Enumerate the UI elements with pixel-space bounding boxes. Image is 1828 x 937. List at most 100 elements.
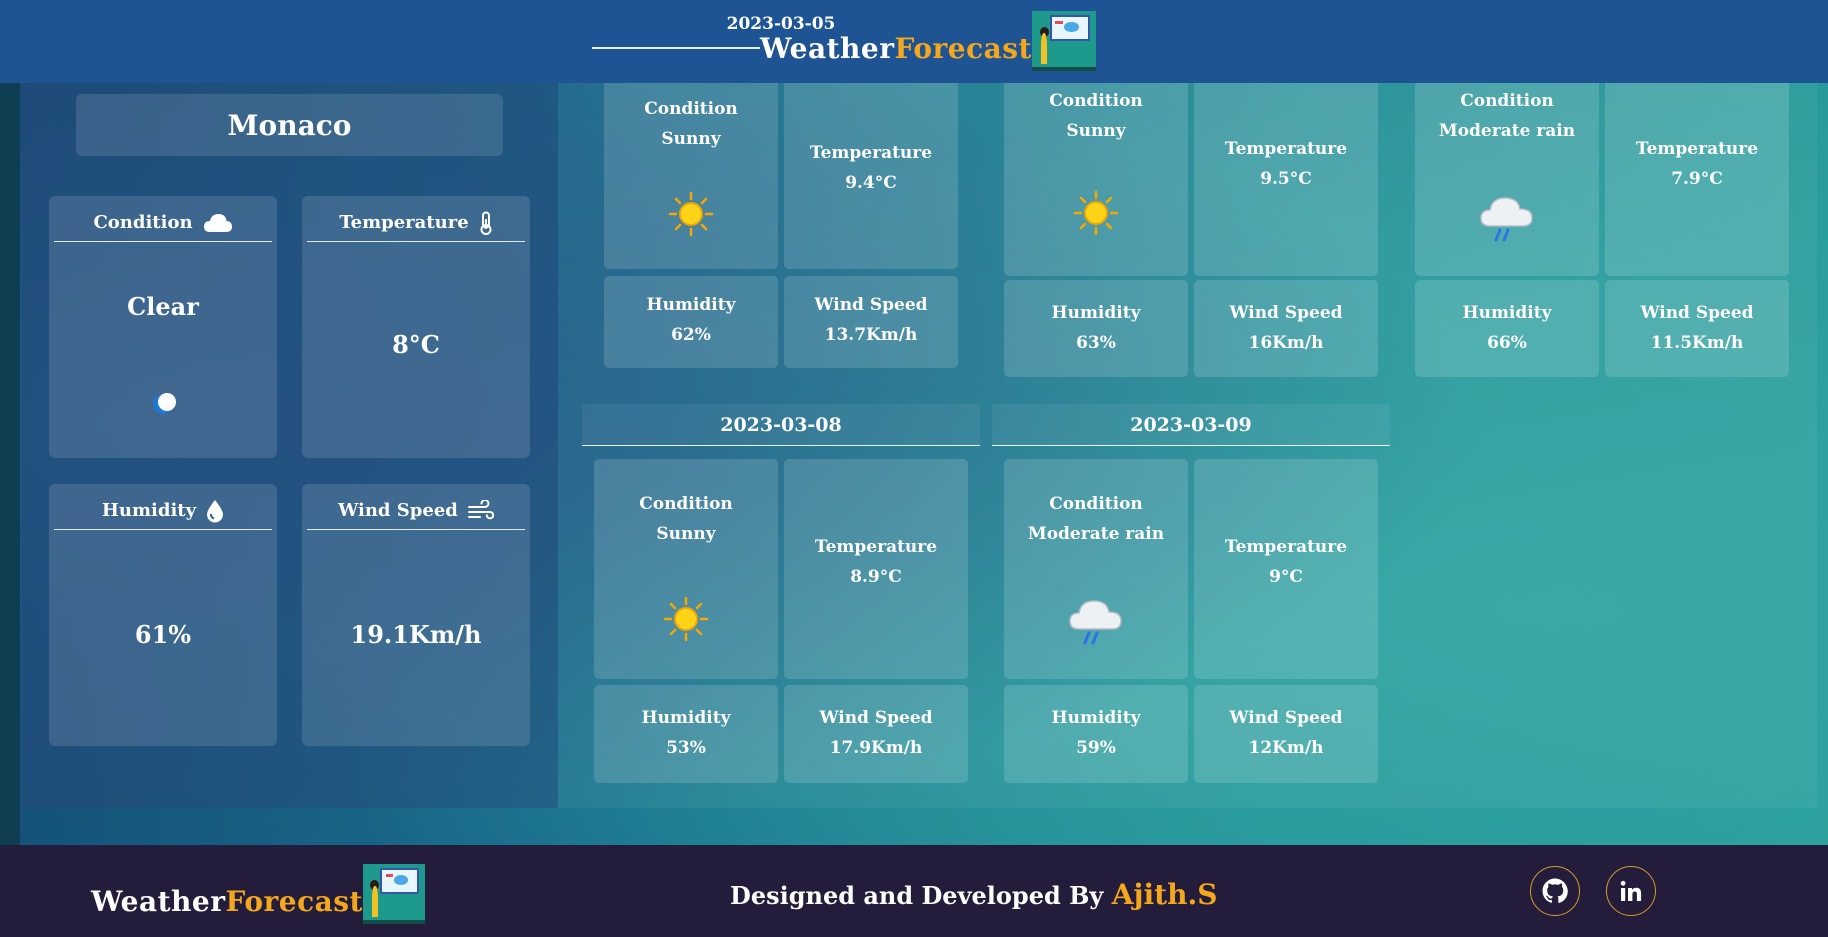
forecast-wind-label: Wind Speed — [1640, 303, 1754, 323]
forecast-humidity-card: Humidity 66% — [1415, 280, 1599, 377]
forecast-temperature-card: Temperature 7.9°C — [1605, 70, 1789, 276]
footer-weather-logo-icon — [362, 864, 425, 924]
forecast-date-underline — [592, 47, 760, 49]
forecast-temperature-value: 8.9°C — [850, 567, 902, 587]
forecast-date: 2023-03-09 — [992, 404, 1390, 446]
forecast-humidity-value: 66% — [1487, 333, 1527, 353]
thermometer-icon — [480, 211, 492, 235]
github-link[interactable] — [1530, 866, 1580, 916]
forecast-wind-label: Wind Speed — [819, 708, 933, 728]
forecast-temperature-value: 9°C — [1269, 567, 1303, 587]
humidity-value: 61% — [134, 620, 192, 649]
forecast-temperature-card: Temperature 9.5°C — [1194, 70, 1378, 276]
footer-logo[interactable]: WeatherForecast — [91, 864, 425, 924]
forecast-temperature-label: Temperature — [1224, 537, 1348, 557]
forecast-humidity-label: Humidity — [641, 708, 731, 728]
forecast-temperature-value: 7.9°C — [1671, 169, 1723, 189]
forecast-humidity-value: 59% — [1076, 738, 1116, 758]
forecast-humidity-label: Humidity — [1051, 708, 1141, 728]
temperature-card-label: Temperature — [339, 212, 469, 233]
footer-logo-word-weather: Weather — [91, 885, 226, 918]
condition-card-label: Condition — [93, 212, 193, 233]
sun-icon — [1073, 190, 1119, 236]
droplet-icon — [207, 499, 224, 522]
forecast-date-overlay: 2023-03-05 — [726, 14, 836, 34]
linkedin-icon — [1620, 880, 1642, 901]
top-header: WeatherForecast — [0, 0, 1828, 83]
author-name: Ajith.S — [1111, 878, 1218, 911]
forecast-wind-value: 17.9Km/h — [829, 738, 923, 758]
forecast-humidity-label: Humidity — [1462, 303, 1552, 323]
forecast-condition-value: Moderate rain — [1027, 524, 1165, 544]
footer-logo-word-forecast: Forecast — [225, 885, 363, 918]
forecast-condition-label: Condition — [1460, 91, 1554, 111]
moon-icon — [153, 393, 176, 414]
forecast-temperature-card: Temperature 8.9°C — [784, 459, 968, 679]
logo-word-forecast: Forecast — [894, 32, 1032, 65]
forecast-humidity-value: 63% — [1076, 333, 1116, 353]
forecast-temperature-label: Temperature — [809, 143, 933, 163]
forecast-humidity-value: 53% — [666, 738, 706, 758]
wind-value: 19.1Km/h — [350, 620, 482, 649]
forecast-temperature-label: Temperature — [814, 537, 938, 557]
sun-icon — [668, 191, 714, 237]
forecast-condition-label: Condition — [639, 494, 733, 514]
github-icon — [1542, 878, 1568, 904]
forecast-condition-value: Moderate rain — [1438, 121, 1576, 141]
forecast-humidity-value: 62% — [671, 325, 711, 345]
weather-logo-icon — [1031, 11, 1096, 71]
wind-card-header: Wind Speed — [307, 492, 525, 530]
forecast-temperature-card: Temperature 9°C — [1194, 459, 1378, 679]
forecast-condition-value: Sunny — [656, 524, 716, 544]
forecast-wind-value: 13.7Km/h — [824, 325, 918, 345]
forecast-condition-card: Condition Moderate rain — [1415, 70, 1599, 276]
forecast-condition-label: Condition — [644, 99, 738, 119]
rain-cloud-icon — [1069, 600, 1122, 645]
wind-card: Wind Speed 19.1Km/h — [302, 484, 530, 746]
forecast-wind-card: Wind Speed 13.7Km/h — [784, 276, 958, 368]
sun-icon — [663, 596, 709, 642]
forecast-humidity-card: Humidity 63% — [1004, 280, 1188, 377]
wind-icon — [467, 499, 494, 519]
condition-value: Clear — [127, 292, 199, 321]
forecast-humidity-card: Humidity 53% — [594, 685, 778, 783]
forecast-temperature-label: Temperature — [1635, 139, 1759, 159]
humidity-card-header: Humidity — [54, 492, 272, 530]
forecast-condition-value: Sunny — [1066, 121, 1126, 141]
forecast-temperature-label: Temperature — [1224, 139, 1348, 159]
humidity-card: Humidity 61% — [49, 484, 277, 746]
city-name: Monaco — [76, 94, 503, 156]
forecast-condition-card: Condition Moderate rain — [1004, 459, 1188, 679]
condition-card: Condition Clear — [49, 196, 277, 458]
forecast-humidity-card: Humidity 59% — [1004, 685, 1188, 783]
temperature-value: 8°C — [392, 330, 440, 359]
forecast-condition-card: Condition Sunny — [594, 459, 778, 679]
temperature-card: Temperature 8°C — [302, 196, 530, 458]
rain-cloud-icon — [1480, 197, 1533, 242]
forecast-condition-value: Sunny — [661, 129, 721, 149]
forecast-condition-card: Condition Sunny — [604, 60, 778, 269]
forecast-wind-value: 16Km/h — [1248, 333, 1324, 353]
wind-card-label: Wind Speed — [338, 500, 458, 521]
background-strip — [0, 0, 20, 845]
forecast-condition-label: Condition — [1049, 91, 1143, 111]
forecast-wind-card: Wind Speed 11.5Km/h — [1605, 280, 1789, 377]
forecast-wind-card: Wind Speed 16Km/h — [1194, 280, 1378, 377]
forecast-wind-label: Wind Speed — [1229, 708, 1343, 728]
temperature-card-header: Temperature — [307, 204, 525, 242]
footer-credit: Designed and Developed By Ajith.S — [730, 878, 1217, 911]
forecast-temperature-card: Temperature 9.4°C — [784, 60, 958, 269]
forecast-humidity-label: Humidity — [646, 295, 736, 315]
forecast-condition-card: Condition Sunny — [1004, 70, 1188, 276]
credit-text: Designed and Developed By — [730, 881, 1104, 910]
forecast-humidity-card: Humidity 62% — [604, 276, 778, 368]
cloud-icon — [203, 213, 232, 232]
forecast-temperature-value: 9.5°C — [1260, 169, 1312, 189]
forecast-wind-card: Wind Speed 17.9Km/h — [784, 685, 968, 783]
linkedin-link[interactable] — [1606, 866, 1656, 916]
humidity-card-label: Humidity — [101, 500, 197, 521]
forecast-wind-value: 12Km/h — [1248, 738, 1324, 758]
forecast-humidity-label: Humidity — [1051, 303, 1141, 323]
condition-card-header: Condition — [54, 204, 272, 242]
forecast-wind-card: Wind Speed 12Km/h — [1194, 685, 1378, 783]
